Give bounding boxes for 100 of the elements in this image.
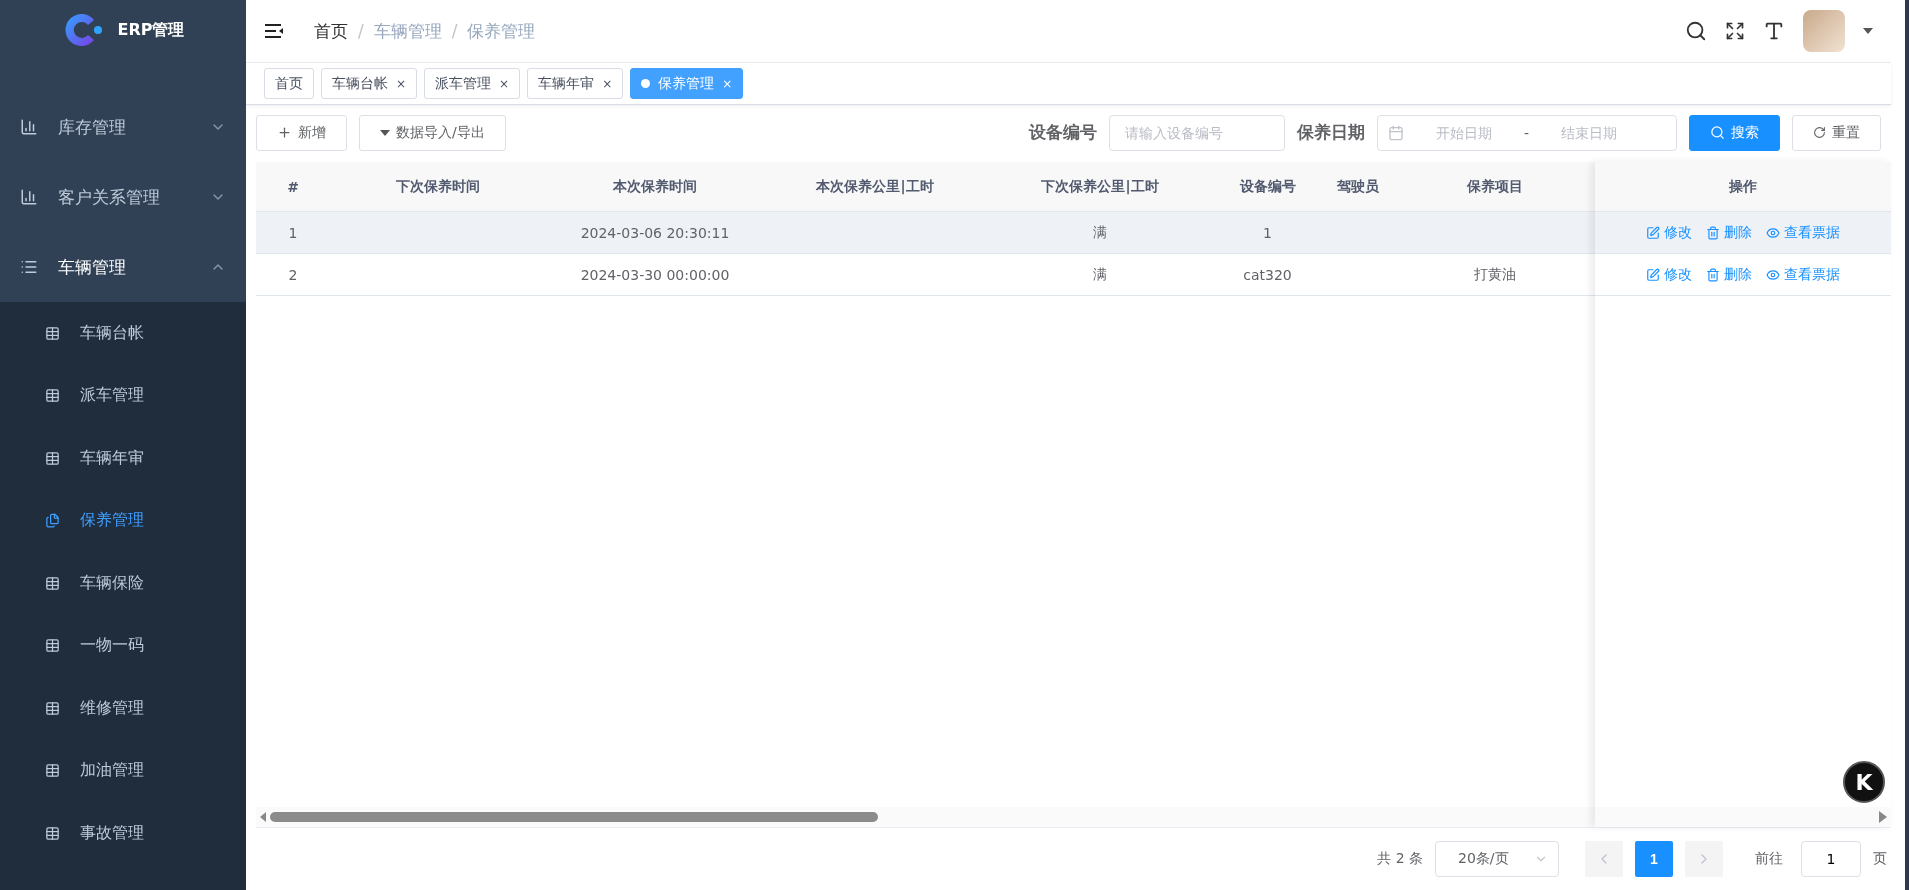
- page-tab[interactable]: 派车管理 ×: [424, 68, 521, 99]
- menu-group[interactable]: 库存管理: [0, 92, 246, 162]
- column-header: 本次保养公里|工时: [815, 176, 935, 197]
- menu-item[interactable]: 保养管理: [0, 489, 246, 552]
- menu-group[interactable]: 客户关系管理: [0, 162, 246, 232]
- menu-fold-icon[interactable]: [264, 23, 284, 39]
- table-icon: [45, 450, 60, 466]
- menu-group[interactable]: 车辆管理: [0, 232, 246, 302]
- field-label: 保养日期: [1297, 121, 1365, 144]
- breadcrumb-item: 首页: [314, 19, 348, 43]
- column-header: 设备编号: [1238, 176, 1297, 196]
- tab-close-button[interactable]: ×: [602, 76, 613, 91]
- table-icon: [45, 388, 60, 404]
- documents-icon: [45, 513, 60, 529]
- range-separator: -: [1524, 124, 1530, 141]
- tab-close-button[interactable]: ×: [499, 76, 510, 91]
- menu-item[interactable]: 事故管理: [0, 802, 246, 865]
- eye-icon: [1766, 267, 1780, 282]
- page-tab-label: 保养管理: [658, 74, 715, 93]
- column-header: 下次保养时间: [394, 176, 481, 196]
- column-header: 保养项目: [1465, 176, 1524, 196]
- page-tab-label: 车辆台帐: [332, 74, 388, 93]
- action-link[interactable]: 查看票据: [1766, 265, 1840, 284]
- breadcrumb-separator: /: [358, 21, 364, 41]
- action-link[interactable]: 修改: [1646, 265, 1692, 284]
- page-tab[interactable]: 车辆台帐 ×: [321, 68, 418, 99]
- plus-icon: [277, 125, 292, 140]
- edit-icon: [1646, 225, 1660, 240]
- device-number-field[interactable]: 请输入设备编号: [1109, 114, 1285, 151]
- scroll-left-icon: [260, 812, 266, 822]
- scrollbar-thumb[interactable]: [270, 812, 878, 822]
- column-header: 操作: [1595, 162, 1891, 212]
- table-cell-text: 2024-03-30 00:00:00: [579, 265, 731, 285]
- menu-item[interactable]: 车辆年审: [0, 427, 246, 490]
- scroll-right-icon: [1879, 811, 1887, 823]
- column-header: 本次保养时间: [612, 176, 698, 196]
- page-size-select[interactable]: 20条/页: [1435, 841, 1559, 877]
- calendar-icon: [1388, 124, 1404, 141]
- table-cell-text: 2: [287, 265, 299, 285]
- table-cell-text: cat320: [1242, 265, 1293, 285]
- column-header: 下次保养公里|工时: [1040, 176, 1160, 197]
- menu-group-label: 车辆管理: [58, 255, 127, 279]
- page-tab-label: 车辆年审: [538, 74, 595, 93]
- page-tab-label: 首页: [275, 74, 303, 93]
- table-icon: [45, 763, 60, 779]
- table-cell-text: 打黄油: [1472, 264, 1517, 284]
- column-header: #: [286, 177, 300, 197]
- tab-close-button[interactable]: ×: [396, 76, 407, 91]
- list-icon: [20, 258, 38, 276]
- add-button[interactable]: 新增: [256, 114, 347, 151]
- table-icon: [45, 825, 60, 841]
- menu-group-label: 客户关系管理: [58, 185, 161, 209]
- page-tab-label: 派车管理: [435, 74, 492, 93]
- menu-item[interactable]: 维修管理: [0, 677, 246, 740]
- horizontal-scrollbar[interactable]: [256, 807, 1595, 827]
- refresh-icon: [1813, 126, 1826, 139]
- total-count: 共 2 条: [1377, 850, 1423, 868]
- bar-chart-icon: [20, 118, 38, 136]
- caret-down-icon[interactable]: [1863, 28, 1873, 34]
- table-icon: [45, 638, 60, 654]
- table-cell-text: 2024-03-06 20:30:11: [579, 223, 731, 243]
- menu-item[interactable]: 加油管理: [0, 739, 246, 802]
- table-cell-text: 满: [1092, 264, 1108, 284]
- table-cell-text: 满: [1092, 222, 1108, 242]
- date-range-field[interactable]: 开始日期 - 结束日期: [1377, 114, 1677, 151]
- fullscreen-icon[interactable]: [1725, 21, 1745, 41]
- column-header: 驾驶员: [1335, 176, 1380, 196]
- trash-icon: [1706, 267, 1720, 282]
- eye-icon: [1766, 225, 1780, 240]
- caret-down-icon: [380, 129, 390, 136]
- menu-item[interactable]: 派车管理: [0, 364, 246, 427]
- menu-group-label: 库存管理: [58, 115, 127, 139]
- goto-label: 前往: [1755, 850, 1783, 868]
- search-icon: [1710, 125, 1725, 140]
- menu-item[interactable]: 车辆台帐: [0, 302, 246, 365]
- page-tab[interactable]: 首页: [264, 68, 314, 99]
- table-cell-text: 1: [1262, 223, 1273, 243]
- menu-item[interactable]: 车辆保险: [0, 552, 246, 615]
- bar-chart-icon: [20, 188, 38, 206]
- app-title: ERP管理: [117, 19, 185, 41]
- reset-button[interactable]: 重置: [1792, 114, 1881, 151]
- active-dot-icon: [641, 79, 651, 88]
- page-tab[interactable]: 车辆年审 ×: [527, 68, 624, 99]
- floating-button[interactable]: K: [1843, 761, 1885, 803]
- import-export-button[interactable]: 数据导入/导出: [359, 114, 506, 151]
- table-icon: [45, 325, 60, 341]
- menu-item[interactable]: 一物一码: [0, 614, 246, 677]
- font-size-icon[interactable]: [1763, 20, 1785, 42]
- breadcrumb-separator: /: [451, 21, 458, 41]
- table-icon: [45, 575, 60, 591]
- trash-icon: [1706, 225, 1720, 240]
- page-unit-label: 页: [1873, 850, 1887, 868]
- page-jump-field[interactable]: 1: [1801, 841, 1861, 877]
- action-link[interactable]: 删除: [1706, 265, 1752, 284]
- table-icon: [45, 700, 60, 716]
- table-cell-text: 1: [287, 223, 299, 243]
- field-label: 设备编号: [1029, 121, 1097, 144]
- table-row[interactable]: 1 2024-03-06 20:30:11 满 1: [256, 212, 1595, 254]
- edit-icon: [1646, 267, 1660, 282]
- search-icon[interactable]: [1685, 20, 1707, 42]
